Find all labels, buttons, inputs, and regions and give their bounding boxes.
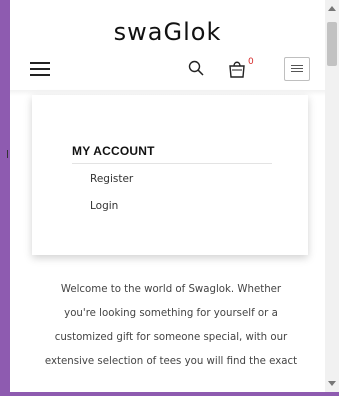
vertical-scrollbar[interactable] [325,0,339,392]
account-divider [72,163,272,164]
scroll-down-arrow-icon[interactable] [328,381,336,386]
welcome-text: Welcome to the world of Swaglok. Whether… [26,278,316,374]
window-bottom-border [0,392,339,396]
login-link[interactable]: Login [90,200,118,212]
register-link[interactable]: Register [90,173,133,185]
welcome-line: you're looking something for yourself or… [64,308,278,319]
shopping-bag-icon[interactable] [227,59,249,79]
account-dropdown: MY ACCOUNT Register Login [32,95,308,255]
welcome-line: customized gift for someone special, wit… [54,332,288,343]
welcome-line: Welcome to the world of Swaglok. Whether [60,284,282,295]
site-logo[interactable]: swaGlok [10,18,325,46]
hamburger-icon[interactable] [30,62,50,76]
browser-viewport: swaGlok 0 MY ACCOUNT Register Login Welc… [10,0,325,396]
site-header: swaGlok 0 [10,0,325,90]
welcome-line: extensive selection of tees you will fin… [44,356,298,367]
scroll-up-arrow-icon[interactable] [328,6,336,11]
account-menu-title: MY ACCOUNT [72,144,155,158]
edge-mark [7,150,8,158]
search-icon[interactable] [188,60,204,76]
cart-count-badge: 0 [248,57,254,67]
scroll-thumb[interactable] [327,22,337,66]
menu-toggle-button[interactable] [284,57,310,81]
